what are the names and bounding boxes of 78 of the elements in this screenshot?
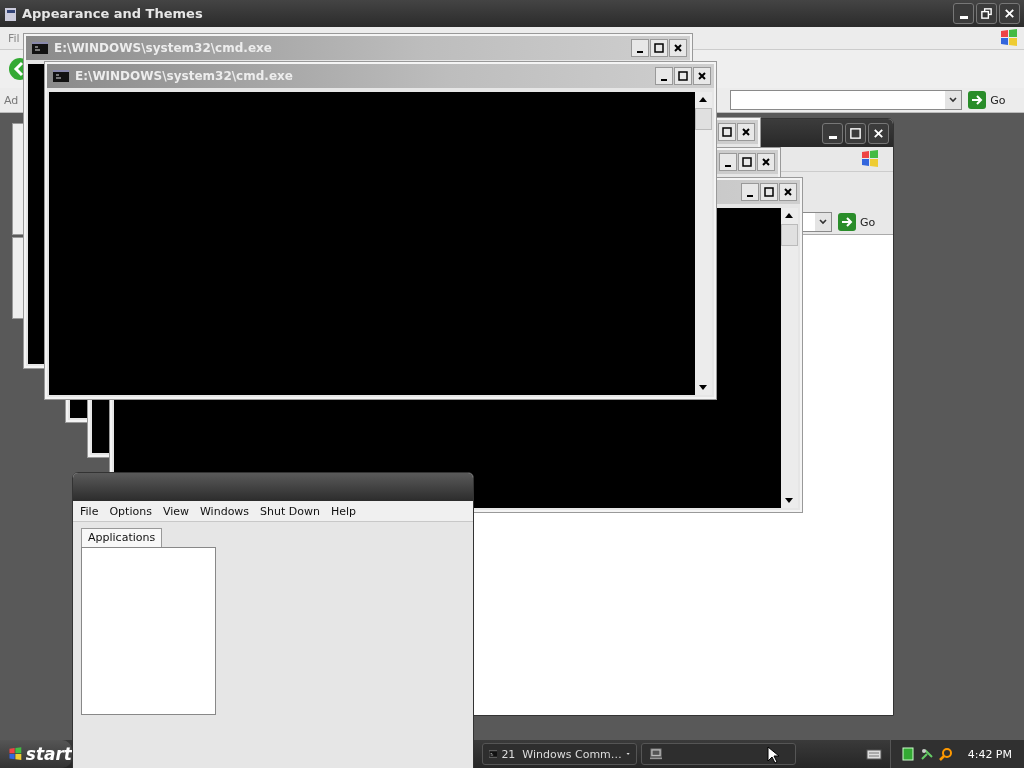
computer-icon <box>648 748 664 760</box>
minimize-button[interactable] <box>655 67 673 85</box>
close-button[interactable] <box>779 183 797 201</box>
application-list[interactable] <box>81 547 216 715</box>
close-icon <box>760 156 772 168</box>
maximize-button[interactable] <box>650 39 668 57</box>
maximize-icon <box>849 126 862 140</box>
menu-item[interactable]: File <box>80 504 99 518</box>
maximize-icon <box>721 126 733 138</box>
network-icon[interactable] <box>919 747 934 761</box>
close-button[interactable] <box>669 39 687 57</box>
clock: 4:42 PM <box>967 747 1012 761</box>
maximize-icon <box>763 186 775 198</box>
restore-button[interactable] <box>976 3 997 24</box>
minimize-icon <box>725 165 731 167</box>
window-title: E:\WINDOWS\system32\cmd.exe <box>54 41 272 55</box>
scrollbar-thumb[interactable] <box>695 108 712 130</box>
close-icon <box>740 126 752 138</box>
minimize-button[interactable] <box>953 3 974 24</box>
minimize-icon <box>661 79 667 81</box>
dropdown-icon[interactable] <box>945 91 962 109</box>
close-button[interactable] <box>757 153 775 171</box>
close-button[interactable] <box>999 3 1020 24</box>
keyboard-icon[interactable] <box>866 748 882 760</box>
window-title: E:\WINDOWS\system32\cmd.exe <box>75 69 293 83</box>
search-icon[interactable] <box>938 747 953 761</box>
maximize-button[interactable] <box>674 67 692 85</box>
maximize-button[interactable] <box>845 122 866 144</box>
minimize-button[interactable] <box>741 183 759 201</box>
scrollbar[interactable] <box>695 92 712 395</box>
close-icon <box>696 70 708 82</box>
console-icon <box>489 748 498 760</box>
maximize-button[interactable] <box>718 123 736 141</box>
close-icon <box>782 186 794 198</box>
console-icon <box>32 42 48 54</box>
address-label: Ad <box>4 93 19 107</box>
console-icon <box>53 70 69 82</box>
minimize-button[interactable] <box>719 153 737 171</box>
minimize-button[interactable] <box>631 39 649 57</box>
tab[interactable]: Applications <box>81 528 163 547</box>
menu-item[interactable]: View <box>162 504 189 518</box>
address-field[interactable] <box>730 90 963 110</box>
close-icon <box>872 126 885 140</box>
minimize-icon <box>828 135 837 139</box>
restore-icon <box>980 7 993 20</box>
start-button[interactable]: start <box>0 740 72 768</box>
close-icon <box>1003 7 1016 20</box>
maximize-button[interactable] <box>760 183 778 201</box>
maximize-button[interactable] <box>738 153 756 171</box>
menu-item[interactable]: Windows <box>200 504 250 518</box>
cursor-icon <box>767 746 779 764</box>
taskbar-button[interactable]: 21 Windows Comm… <box>482 743 637 765</box>
windows-logo-icon <box>8 745 23 763</box>
go-button[interactable]: Go <box>968 91 1006 109</box>
menu-item[interactable]: Shut Down <box>260 504 320 518</box>
tray-icon[interactable] <box>900 747 915 761</box>
close-icon <box>672 42 684 54</box>
window-title: Appearance and Themes <box>22 6 203 21</box>
minimize-button[interactable] <box>822 122 843 144</box>
close-button[interactable] <box>737 123 755 141</box>
maximize-icon <box>653 42 665 54</box>
close-button[interactable] <box>868 122 889 144</box>
menu-item[interactable]: Options <box>109 504 152 518</box>
windows-logo-icon <box>859 149 881 169</box>
close-button[interactable] <box>693 67 711 85</box>
scrollbar[interactable] <box>781 208 798 508</box>
minimize-icon <box>747 195 753 197</box>
scrollbar-thumb[interactable] <box>781 224 798 246</box>
maximize-icon <box>677 70 689 82</box>
minimize-icon <box>959 16 968 19</box>
maximize-icon <box>741 156 753 168</box>
taskbar-button[interactable] <box>641 743 796 765</box>
menu-item[interactable]: Help <box>331 504 357 518</box>
address-field[interactable] <box>801 212 832 232</box>
go-button[interactable]: Go <box>838 213 876 231</box>
dropdown-icon[interactable] <box>815 213 831 231</box>
folder-icon <box>4 5 18 22</box>
windows-logo-icon <box>998 28 1020 48</box>
